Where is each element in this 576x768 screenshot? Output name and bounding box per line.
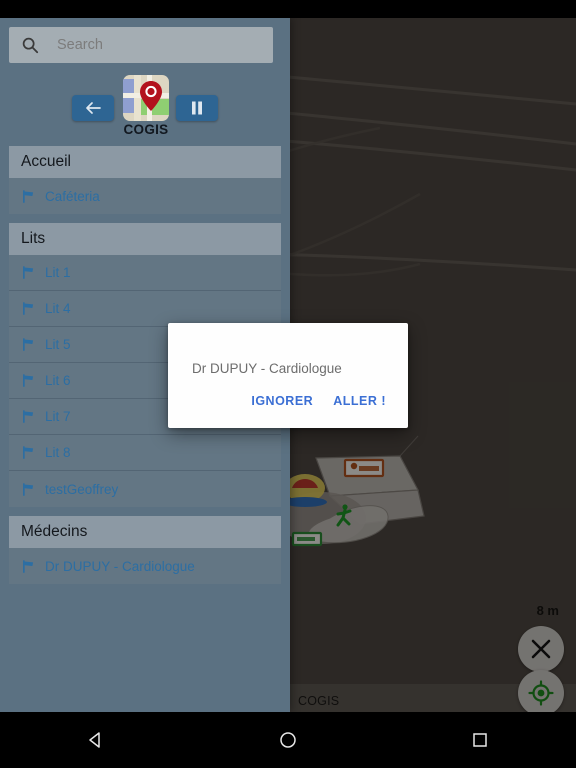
- dismiss-button[interactable]: IGNORER: [241, 388, 323, 414]
- confirm-button[interactable]: ALLER !: [323, 388, 396, 414]
- flag-icon: [23, 189, 34, 203]
- flag-icon: [23, 559, 34, 573]
- flag-icon: [23, 266, 34, 279]
- back-button[interactable]: [72, 95, 114, 121]
- map-book-icon: [192, 101, 202, 115]
- list-item[interactable]: Lit 1: [9, 255, 281, 291]
- square-recents-icon: [473, 733, 487, 747]
- section-title: Lits: [21, 230, 46, 247]
- brand-name-label: COGIS: [123, 122, 169, 137]
- list-item-label: Lit 8: [45, 445, 71, 460]
- circle-home-icon: [280, 732, 296, 748]
- system-recents-button[interactable]: [450, 712, 510, 768]
- search-input[interactable]: [57, 37, 273, 53]
- list-item-label: Lit 7: [45, 409, 71, 424]
- system-back-button[interactable]: [66, 712, 126, 768]
- drawer-list[interactable]: Accueil Caféteria Lits Lit 1 Lit 4 Lit 5…: [0, 146, 290, 712]
- system-navigation-bar: [0, 712, 576, 768]
- flag-icon: [23, 482, 34, 496]
- list-item-label: Lit 6: [45, 373, 71, 388]
- list-item[interactable]: testGeoffrey: [9, 471, 281, 507]
- drawer-header: COGIS: [0, 73, 290, 141]
- brand-block: COGIS: [118, 75, 174, 137]
- list-item-label: testGeoffrey: [45, 481, 119, 497]
- list-item[interactable]: Lit 4: [9, 291, 281, 327]
- drawer-section: Médecins Dr DUPUY - Cardiologue: [0, 516, 290, 584]
- section-title: Accueil: [21, 153, 71, 170]
- map-book-button[interactable]: [176, 95, 218, 121]
- dialog-actions: IGNORER ALLER !: [168, 382, 408, 428]
- flag-icon: [23, 446, 34, 459]
- list-item[interactable]: Lit 8: [9, 435, 281, 471]
- map-pin-logo-icon: [123, 75, 169, 121]
- arrow-left-icon: [86, 102, 101, 114]
- list-item[interactable]: Dr DUPUY - Cardiologue: [9, 548, 281, 584]
- dialog-message: Dr DUPUY - Cardiologue: [192, 361, 342, 376]
- flag-icon: [23, 410, 34, 423]
- flag-icon: [23, 338, 34, 351]
- drawer-section: Accueil Caféteria: [0, 146, 290, 214]
- flag-icon: [23, 302, 34, 315]
- flag-icon: [23, 374, 34, 387]
- system-home-button[interactable]: [258, 712, 318, 768]
- search-icon: [22, 37, 39, 54]
- triangle-back-icon: [89, 732, 100, 748]
- section-header-medecins: Médecins: [9, 516, 281, 548]
- search-bar[interactable]: [9, 27, 273, 63]
- list-item-label: Lit 4: [45, 301, 71, 316]
- list-item-label: Lit 1: [45, 265, 71, 280]
- section-title: Médecins: [21, 523, 88, 540]
- section-header-lits: Lits: [9, 223, 281, 255]
- list-item-label: Dr DUPUY - Cardiologue: [45, 558, 195, 574]
- device-screen: COGIS 8 m Search COGIS Accueil Caféteria…: [0, 0, 576, 768]
- confirmation-dialog: Dr DUPUY - Cardiologue IGNORER ALLER !: [168, 323, 408, 428]
- section-items: Dr DUPUY - Cardiologue: [9, 548, 281, 584]
- section-header-accueil: Accueil: [9, 146, 281, 178]
- status-bar: [0, 0, 576, 18]
- section-items: Caféteria: [9, 178, 281, 214]
- list-item-label: Caféteria: [45, 188, 100, 204]
- list-item-label: Lit 5: [45, 337, 71, 352]
- list-item[interactable]: Caféteria: [9, 178, 281, 214]
